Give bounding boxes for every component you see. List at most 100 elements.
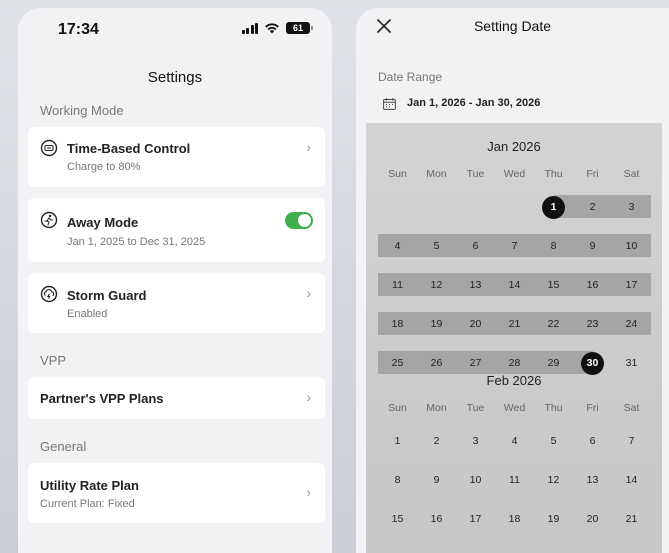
calendar-day[interactable]: 15 <box>534 274 573 296</box>
weekday-label: Sun <box>388 168 407 180</box>
calendar-day[interactable]: 11 <box>378 274 417 296</box>
calendar-day[interactable]: 11 <box>495 469 534 491</box>
calendar-day[interactable]: 21 <box>612 508 651 530</box>
status-bar: 17:34 61 <box>18 8 332 52</box>
calendar-day[interactable]: 25 <box>495 547 534 553</box>
calendar-day[interactable]: 14 <box>495 274 534 296</box>
calendar-day[interactable]: 26 <box>534 547 573 553</box>
calendar-day[interactable]: 22 <box>534 313 573 335</box>
signal-icon <box>241 22 258 34</box>
calendar-day[interactable]: 24 <box>612 313 651 335</box>
card-title: Storm Guard <box>67 288 147 303</box>
calendar-icon <box>383 98 396 110</box>
calendar-day[interactable]: 27 <box>573 547 612 553</box>
card-subtitle: Enabled <box>67 308 108 320</box>
weekday-label: Tue <box>466 402 485 414</box>
calendar-day[interactable]: 4 <box>495 430 534 452</box>
weekday-label: Mon <box>426 402 447 414</box>
calendar-day[interactable]: 7 <box>612 430 651 452</box>
calendar-day[interactable]: 4 <box>378 235 417 257</box>
section-general: General <box>40 439 87 454</box>
calendar-day[interactable]: 8 <box>378 469 417 491</box>
calendar-day[interactable]: 1 <box>378 430 417 452</box>
chevron-right-icon: › <box>306 484 311 500</box>
calendar-day[interactable]: 16 <box>573 274 612 296</box>
calendar-day[interactable]: 28 <box>495 352 534 374</box>
card-title: Partner's VPP Plans <box>40 391 164 406</box>
calendar-day[interactable]: 29 <box>534 352 573 374</box>
calendar-day[interactable]: 19 <box>417 313 456 335</box>
weekday-label: Sun <box>388 402 407 414</box>
weekday-label: Fri <box>586 168 599 180</box>
calendar-day[interactable]: 9 <box>573 235 612 257</box>
calendar-day[interactable]: 17 <box>456 508 495 530</box>
calendar-day[interactable]: 18 <box>495 508 534 530</box>
calendar-day[interactable]: 25 <box>378 352 417 374</box>
date-range-label: Date Range <box>378 70 443 84</box>
calendar-day[interactable]: 10 <box>612 235 651 257</box>
calendar-day[interactable]: 23 <box>417 547 456 553</box>
calendar-day[interactable]: 8 <box>534 235 573 257</box>
calendar-day[interactable]: 21 <box>495 313 534 335</box>
calendar-day[interactable]: 16 <box>417 508 456 530</box>
page-title: Settings <box>147 69 203 86</box>
battery-icon: 61 <box>286 22 313 34</box>
weekday-label: Mon <box>426 168 447 180</box>
storm-guard-card[interactable]: Storm Guard Enabled › <box>28 273 325 333</box>
date-range-value[interactable]: Jan 1, 2026 - Jan 30, 2026 <box>407 97 540 109</box>
calendar-day[interactable]: 3 <box>612 196 651 218</box>
chevron-right-icon: › <box>306 285 311 301</box>
calendar-day[interactable]: 12 <box>417 274 456 296</box>
calendar-day[interactable]: 6 <box>456 235 495 257</box>
chevron-right-icon: › <box>306 139 311 155</box>
calendar-day[interactable]: 17 <box>612 274 651 296</box>
settings-screen: 17:34 61 Settings Working Mode Time-Base… <box>18 8 332 553</box>
calendar-day[interactable]: 26 <box>417 352 456 374</box>
calendar-day[interactable]: 5 <box>534 430 573 452</box>
calendar-day[interactable]: 27 <box>456 352 495 374</box>
wifi-icon <box>265 23 279 34</box>
calendar-day[interactable]: 14 <box>612 469 651 491</box>
card-subtitle: Current Plan: Fixed <box>40 498 135 510</box>
weekday-label: Sat <box>623 168 640 180</box>
calendar-day[interactable]: 30 <box>573 352 612 375</box>
calendar-day[interactable]: 13 <box>573 469 612 491</box>
weekday-label: Thu <box>544 168 563 180</box>
calendar-day[interactable]: 19 <box>534 508 573 530</box>
calendar-day[interactable]: 24 <box>456 547 495 553</box>
section-vpp: VPP <box>40 353 67 368</box>
partner-vpp-plans-card[interactable]: Partner's VPP Plans › <box>28 377 325 419</box>
status-icons: 61 <box>241 22 313 34</box>
calendar-day[interactable]: 6 <box>573 430 612 452</box>
calendar-day[interactable]: 12 <box>534 469 573 491</box>
calendar-day[interactable]: 13 <box>456 274 495 296</box>
time-based-control-card[interactable]: Time-Based Control Charge to 80% › <box>28 127 325 187</box>
calendar-day[interactable]: 22 <box>378 547 417 553</box>
away-mode-toggle[interactable] <box>285 212 313 229</box>
calendar-day[interactable]: 7 <box>495 235 534 257</box>
calendar-day[interactable]: 20 <box>456 313 495 335</box>
month-title: Jan 2026 <box>487 139 541 154</box>
calendar-day[interactable]: 28 <box>612 547 651 553</box>
calendar-day[interactable]: 31 <box>612 352 651 374</box>
calendar-day[interactable]: 18 <box>378 313 417 335</box>
calendar-day[interactable]: 23 <box>573 313 612 335</box>
battery-cycle-icon <box>40 139 58 157</box>
card-title: Utility Rate Plan <box>40 478 139 493</box>
calendar-day[interactable]: 10 <box>456 469 495 491</box>
weekday-label: Wed <box>503 402 526 414</box>
calendar-day[interactable]: 1 <box>534 196 573 219</box>
calendar-day[interactable]: 2 <box>417 430 456 452</box>
card-title: Away Mode <box>67 215 139 230</box>
calendar-day[interactable]: 5 <box>417 235 456 257</box>
calendar-day[interactable]: 3 <box>456 430 495 452</box>
calendar-day[interactable]: 9 <box>417 469 456 491</box>
storm-cloud-icon <box>40 285 58 303</box>
calendar-day[interactable]: 20 <box>573 508 612 530</box>
weekday-label: Thu <box>544 402 563 414</box>
calendar-day[interactable]: 15 <box>378 508 417 530</box>
utility-rate-plan-card[interactable]: Utility Rate Plan Current Plan: Fixed › <box>28 463 325 523</box>
setting-date-sheet: Setting Date Date Range Jan 1, 2026 - Ja… <box>356 8 669 553</box>
away-mode-card: Away Mode Jan 1, 2025 to Dec 31, 2025 <box>28 198 325 262</box>
calendar-day[interactable]: 2 <box>573 196 612 218</box>
